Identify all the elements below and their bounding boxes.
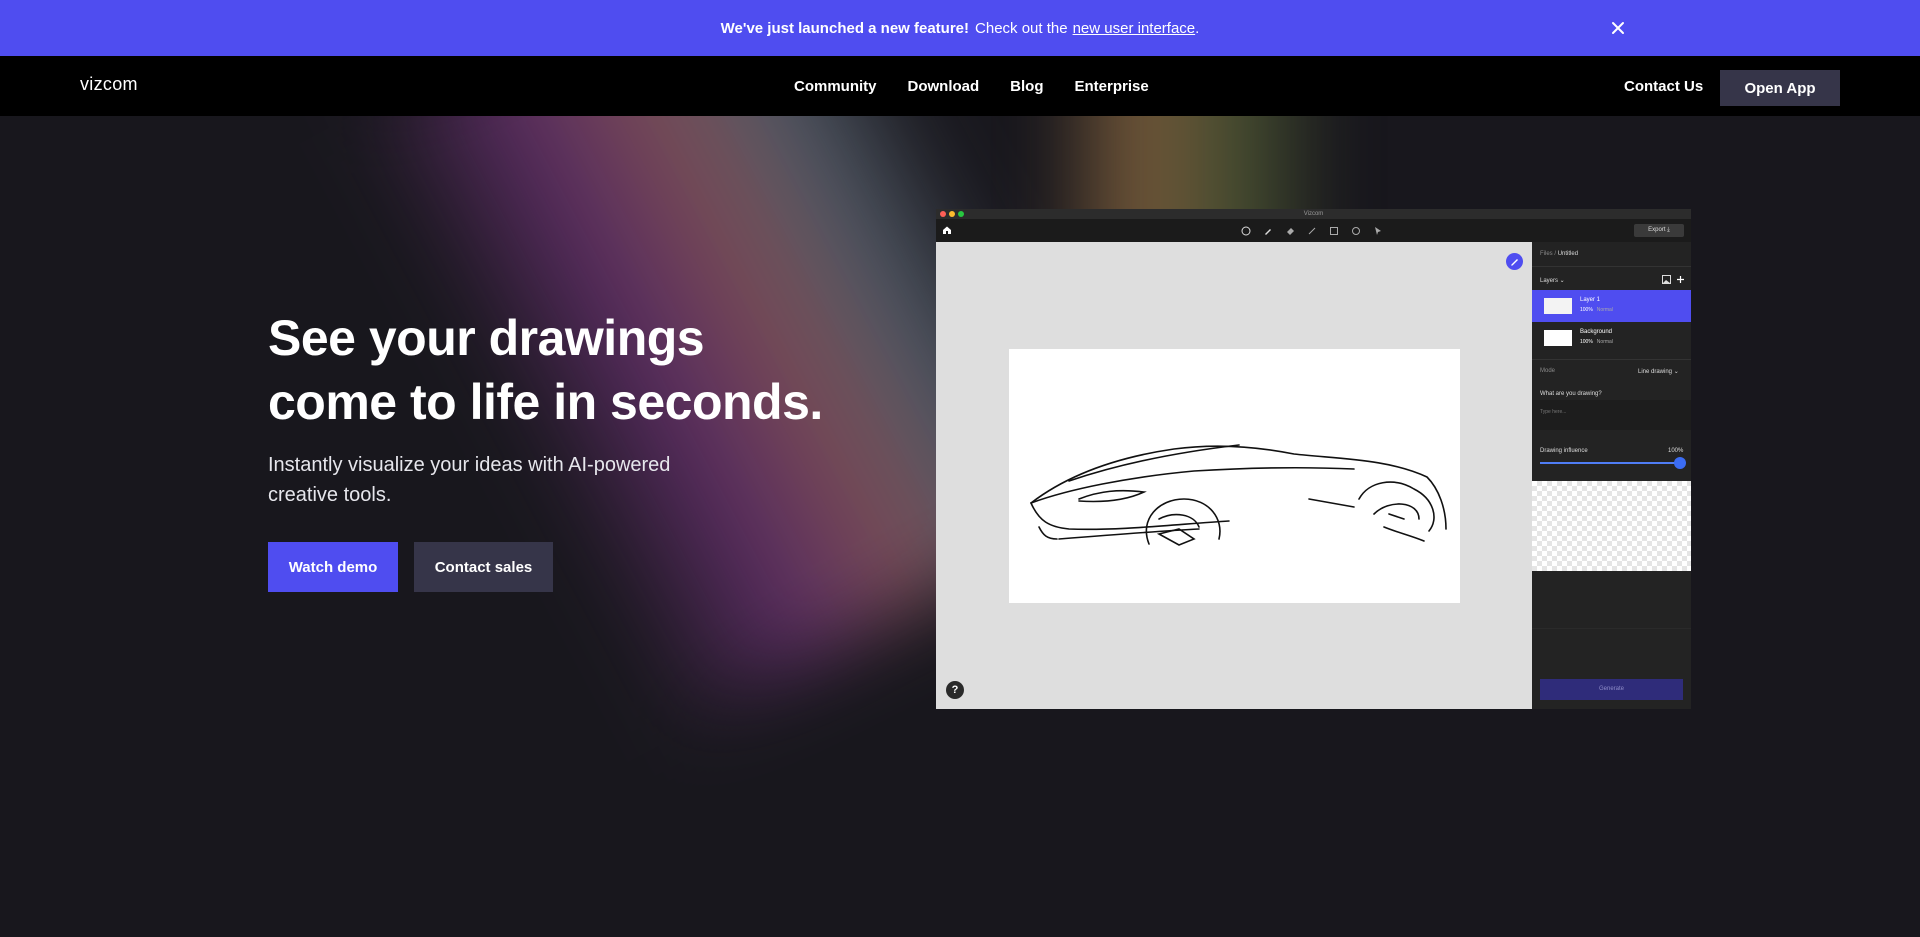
eraser-icon[interactable] bbox=[1285, 226, 1295, 236]
generate-button[interactable]: Generate bbox=[1540, 679, 1683, 700]
top-navigation: vizcom Community Download Blog Enterpris… bbox=[0, 56, 1920, 116]
prompt-input[interactable]: Type here... bbox=[1532, 400, 1691, 430]
hero-title: See your drawings come to life in second… bbox=[268, 306, 823, 434]
vizcom-logo[interactable]: vizcom bbox=[80, 74, 138, 95]
layer-thumbnail bbox=[1544, 298, 1572, 314]
rectangle-tool-icon[interactable] bbox=[1329, 226, 1339, 236]
watch-demo-button[interactable]: Watch demo bbox=[268, 542, 398, 592]
mode-label: Mode bbox=[1540, 368, 1556, 374]
right-panel: Files / Untitled Layers ⌄ Layer 1 100% No… bbox=[1532, 242, 1691, 709]
nav-link-blog[interactable]: Blog bbox=[1010, 78, 1043, 95]
layer-item[interactable]: Background 100% Normal bbox=[1532, 322, 1691, 354]
edit-icon[interactable] bbox=[1506, 253, 1523, 270]
export-button[interactable]: Export ⤓ bbox=[1634, 224, 1684, 237]
select-tool-icon[interactable] bbox=[1373, 226, 1383, 236]
open-app-button[interactable]: Open App bbox=[1720, 70, 1840, 106]
breadcrumb-current: Untitled bbox=[1557, 251, 1579, 257]
drawing-canvas[interactable]: ? bbox=[936, 242, 1532, 709]
banner-headline: We've just launched a new feature! bbox=[720, 19, 970, 37]
banner-period: . bbox=[1195, 19, 1200, 37]
ellipse-tool-icon[interactable] bbox=[1351, 226, 1361, 236]
contact-sales-button[interactable]: Contact sales bbox=[414, 542, 553, 592]
add-layer-icon[interactable] bbox=[1676, 275, 1685, 284]
influence-slider[interactable] bbox=[1540, 462, 1680, 464]
window-title: Vizcom bbox=[1303, 211, 1324, 217]
influence-value: 100% bbox=[1668, 448, 1684, 454]
nav-links: Community Download Blog Enterprise bbox=[794, 78, 1149, 95]
brush-size-icon[interactable] bbox=[1241, 226, 1251, 236]
export-label: Export bbox=[1648, 227, 1666, 233]
line-tool-icon[interactable] bbox=[1307, 226, 1317, 236]
app-screenshot: Vizcom Export ⤓ ? Files / Untitled Layer… bbox=[936, 209, 1691, 709]
layers-label: Layers bbox=[1540, 278, 1559, 284]
hero-subtitle: Instantly visualize your ideas with AI-p… bbox=[268, 454, 671, 506]
layer-thumbnail bbox=[1544, 330, 1572, 346]
influence-label: Drawing influence bbox=[1540, 448, 1588, 454]
layer-item-active[interactable]: Layer 1 100% Normal bbox=[1532, 290, 1691, 322]
render-preview bbox=[1532, 481, 1691, 571]
help-button[interactable]: ? bbox=[946, 681, 964, 699]
home-icon[interactable] bbox=[942, 225, 952, 235]
app-toolbar: Export ⤓ bbox=[936, 219, 1691, 242]
banner-link[interactable]: new user interface bbox=[1073, 20, 1196, 37]
layer-props: 100% Normal bbox=[1580, 307, 1613, 313]
nav-link-download[interactable]: Download bbox=[908, 78, 980, 95]
layers-header[interactable]: Layers ⌄ bbox=[1540, 277, 1565, 284]
prompt-placeholder: Type here... bbox=[1540, 409, 1567, 415]
layer-name: Layer 1 bbox=[1580, 297, 1601, 303]
brush-icon[interactable] bbox=[1263, 226, 1273, 236]
nav-link-enterprise[interactable]: Enterprise bbox=[1075, 78, 1149, 95]
layer-props: 100% Normal bbox=[1580, 339, 1613, 345]
breadcrumb-root[interactable]: Files / bbox=[1540, 251, 1556, 257]
hero-title-line-1: See your drawings bbox=[268, 310, 705, 366]
close-icon[interactable] bbox=[1608, 18, 1628, 38]
layer-name: Background bbox=[1580, 329, 1613, 335]
sketch-paper bbox=[1009, 349, 1460, 603]
add-image-icon[interactable] bbox=[1662, 275, 1671, 284]
nav-link-community[interactable]: Community bbox=[794, 78, 877, 95]
mode-select[interactable]: Line drawing ⌄ bbox=[1638, 368, 1679, 375]
hero-title-line-2: come to life in seconds. bbox=[268, 374, 823, 430]
contact-us-link[interactable]: Contact Us bbox=[1624, 78, 1703, 95]
announcement-banner: We've just launched a new feature! Check… bbox=[0, 0, 1920, 56]
breadcrumb: Files / Untitled bbox=[1540, 251, 1578, 257]
banner-text: Check out the bbox=[975, 19, 1068, 37]
mode-value: Line drawing bbox=[1638, 369, 1673, 375]
influence-slider-knob[interactable] bbox=[1674, 457, 1686, 469]
prompt-question: What are you drawing? bbox=[1540, 391, 1602, 397]
window-titlebar: Vizcom bbox=[936, 209, 1691, 219]
car-sketch bbox=[1030, 444, 1447, 546]
